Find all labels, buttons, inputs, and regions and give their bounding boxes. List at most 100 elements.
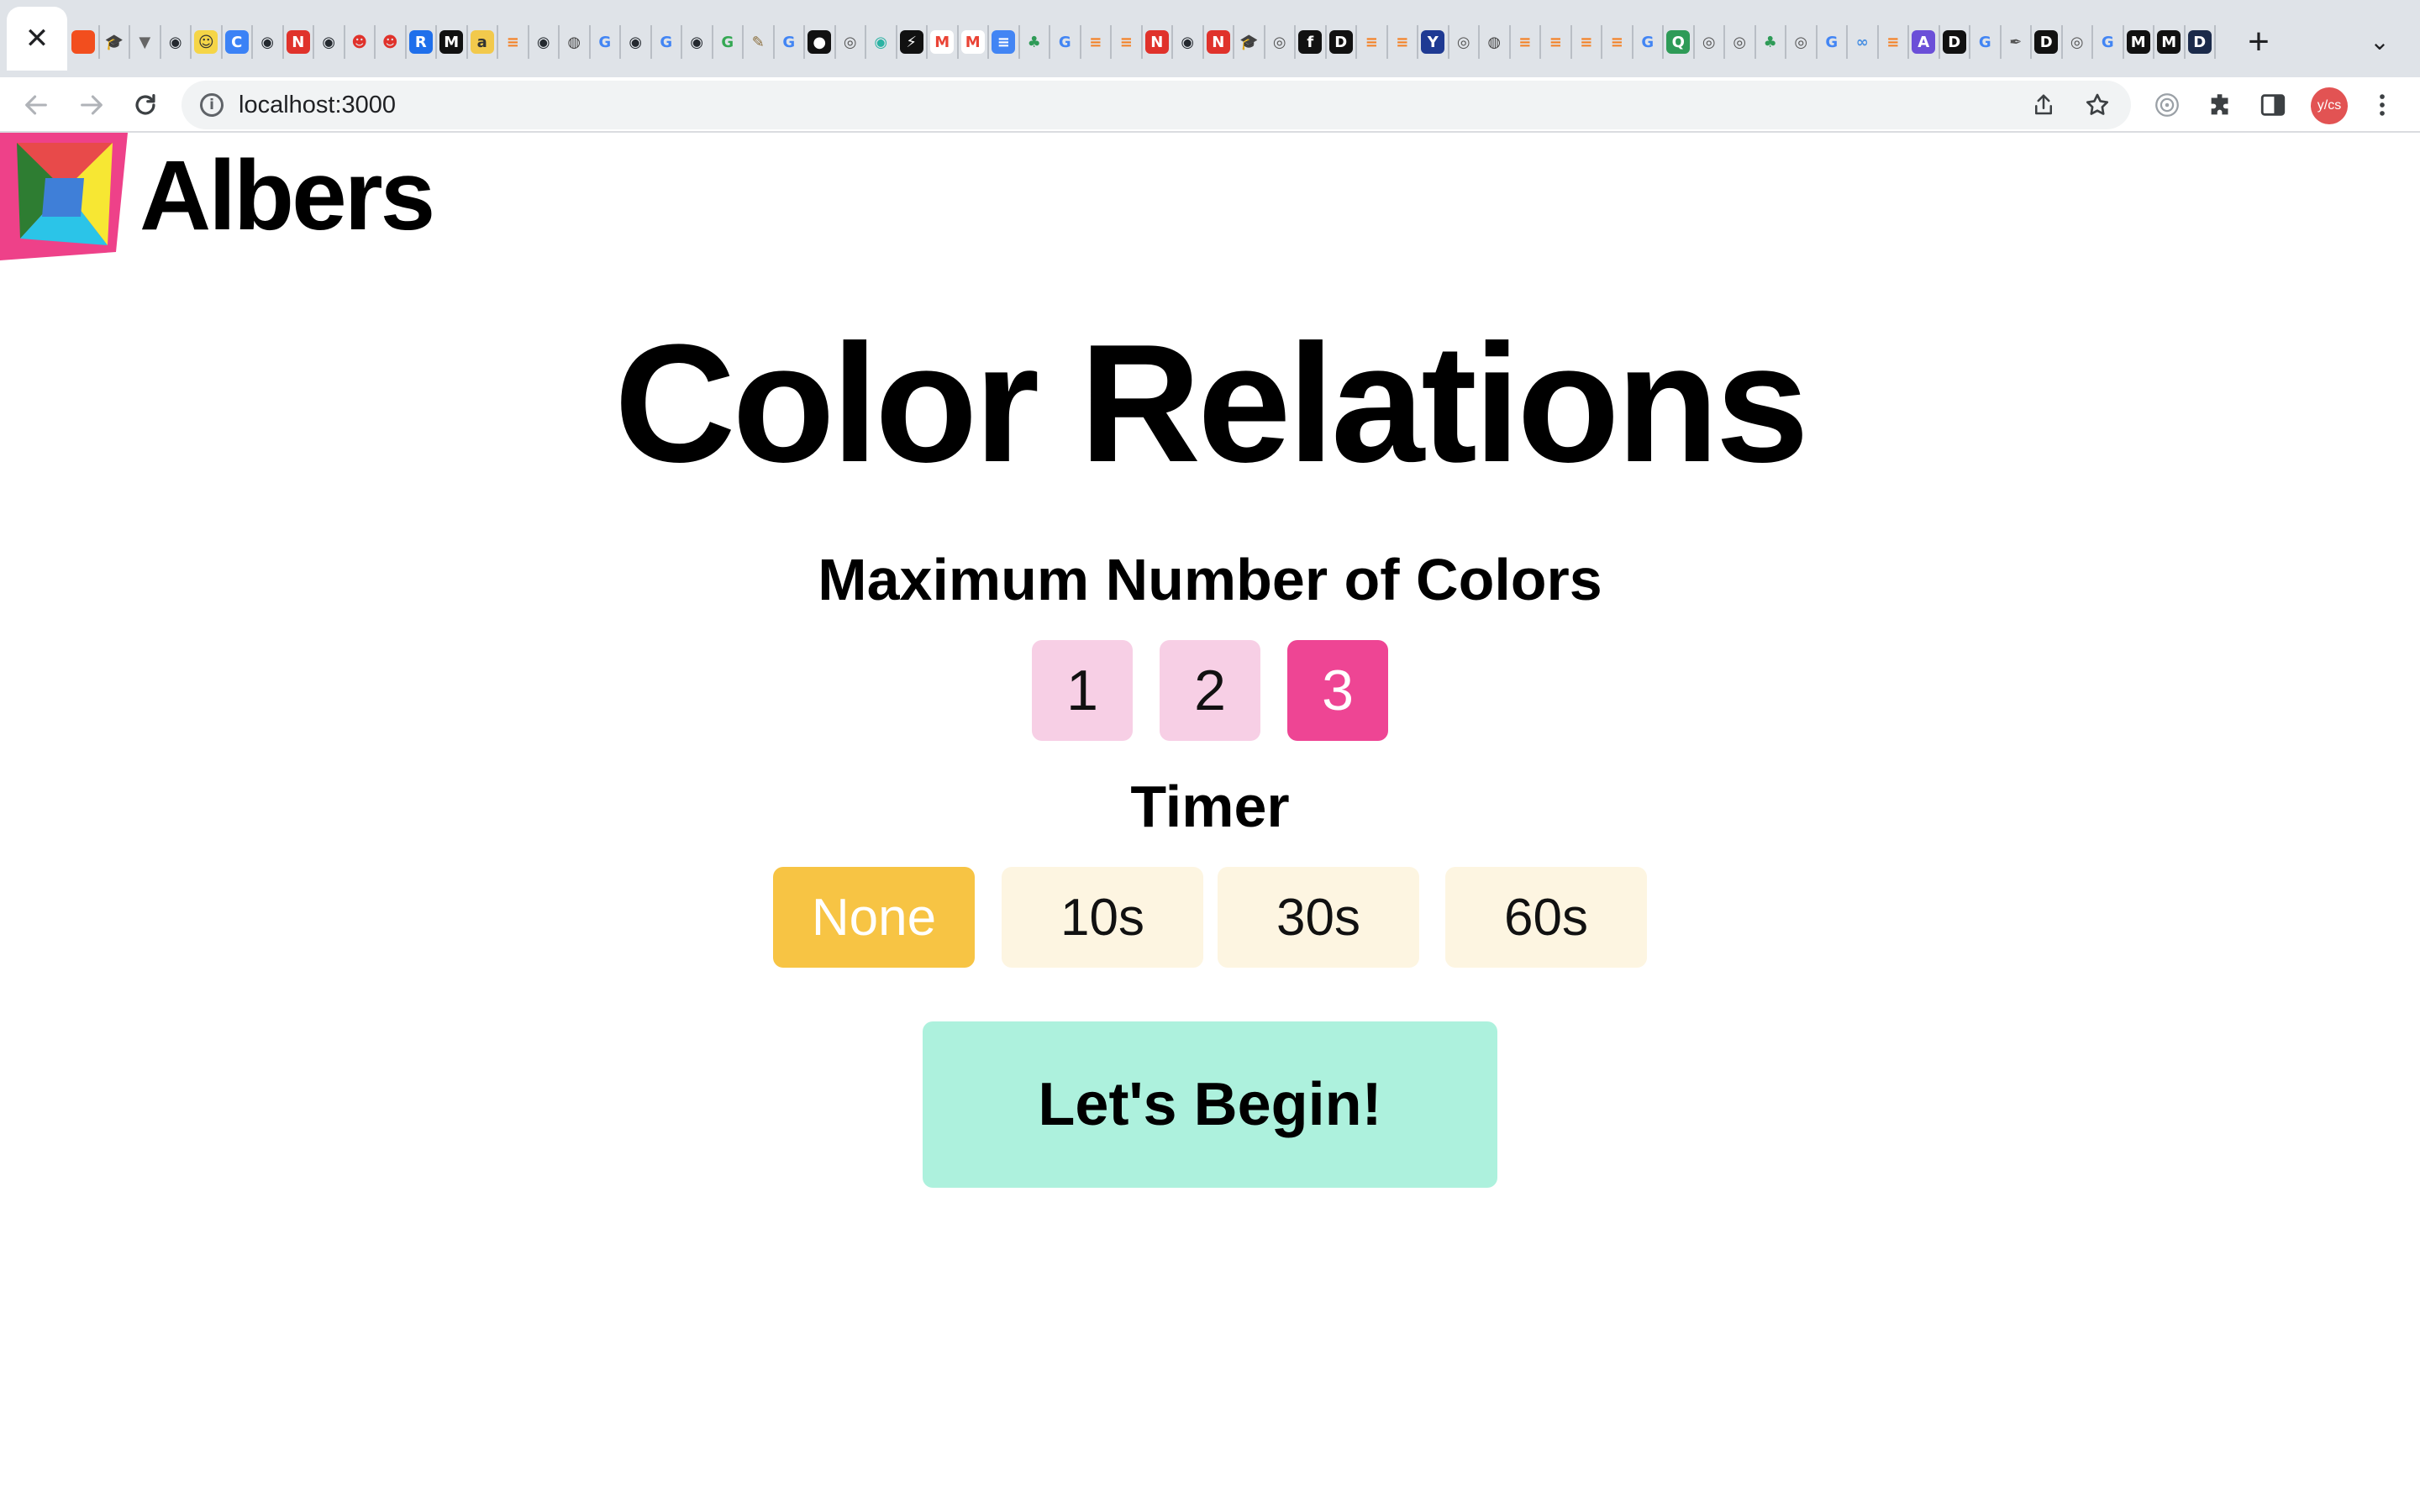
pinned-tab[interactable]: ⚡ [897, 25, 928, 59]
pinned-tab[interactable]: f [1296, 25, 1327, 59]
forward-button[interactable] [71, 84, 113, 126]
active-tab[interactable]: ✕ [7, 7, 67, 71]
pinned-tab[interactable]: A [1909, 25, 1940, 59]
pinned-tab[interactable]: ≡ [1388, 25, 1418, 59]
pinned-tab[interactable]: ≡ [989, 25, 1020, 59]
pinned-tab[interactable]: G [1634, 25, 1664, 59]
pinned-tab[interactable]: R [407, 25, 437, 59]
pinned-tab[interactable]: ● [805, 25, 836, 59]
pinned-tab[interactable]: M [2124, 25, 2154, 59]
profile-avatar[interactable]: y/cs [2311, 87, 2348, 124]
tab-search-button[interactable]: ⌄ [2360, 25, 2400, 59]
pinned-tab[interactable]: Y [1418, 25, 1449, 59]
extension-spiral-icon[interactable] [2146, 84, 2188, 126]
pinned-tab[interactable]: G [713, 25, 744, 59]
pinned-tab[interactable]: ◎ [1725, 25, 1756, 59]
pinned-tab[interactable]: ◍ [560, 25, 591, 59]
pinned-tab[interactable]: ◉ [621, 25, 652, 59]
timer-section-label: Timer [1130, 774, 1290, 839]
color-option-3[interactable]: 3 [1287, 640, 1388, 741]
pinned-tab[interactable]: ☻ [376, 25, 407, 59]
browser-menu-icon[interactable] [2361, 84, 2403, 126]
timer-option-60s[interactable]: 60s [1445, 867, 1647, 968]
pinned-tab[interactable]: ≡ [1112, 25, 1143, 59]
pinned-tab[interactable]: ◎ [2063, 25, 2093, 59]
pinned-tab[interactable]: G [1050, 25, 1081, 59]
pinned-tab[interactable]: ◉ [866, 25, 897, 59]
pinned-tab[interactable]: ☻ [345, 25, 376, 59]
pinned-tab[interactable]: G [591, 25, 621, 59]
new-tab-button[interactable]: + [2235, 22, 2282, 62]
pinned-tab[interactable]: ◎ [1786, 25, 1818, 59]
pinned-tab[interactable]: ≡ [1572, 25, 1602, 59]
extensions-puzzle-icon[interactable] [2200, 84, 2242, 126]
arrow-right-icon [81, 95, 103, 115]
pinned-tab[interactable]: ◉ [682, 25, 713, 59]
address-bar[interactable]: i localhost:3000 [182, 81, 2131, 129]
pinned-tab[interactable]: ♣ [1020, 25, 1050, 59]
pinned-tab[interactable]: ◍ [1480, 25, 1511, 59]
pinned-tab[interactable]: ≡ [1541, 25, 1572, 59]
timer-option-30s[interactable]: 30s [1218, 867, 1419, 968]
pinned-tab[interactable]: M [928, 25, 959, 59]
pinned-tab[interactable]: G [652, 25, 682, 59]
pinned-tab[interactable]: D [2186, 25, 2216, 59]
pinned-tab[interactable]: D [1327, 25, 1357, 59]
pinned-tab[interactable]: G [2093, 25, 2124, 59]
pinned-tab[interactable]: G [775, 25, 805, 59]
color-option-2[interactable]: 2 [1160, 640, 1260, 741]
pinned-tab[interactable]: ≡ [1081, 25, 1112, 59]
pinned-tab[interactable]: D [2032, 25, 2063, 59]
stack-icon: ≡ [1881, 30, 1905, 54]
pinned-tab[interactable]: 🎓 [1234, 25, 1265, 59]
url-text[interactable]: localhost:3000 [239, 92, 396, 119]
timer-option-10s[interactable]: 10s [1002, 867, 1203, 968]
pinned-tab[interactable]: ♣ [1756, 25, 1786, 59]
color-option-1[interactable]: 1 [1032, 640, 1133, 741]
pinned-tab[interactable]: ≡ [498, 25, 529, 59]
pinned-tab[interactable]: N [284, 25, 314, 59]
pinned-tab[interactable]: N [1204, 25, 1234, 59]
reload-button[interactable] [124, 84, 166, 126]
pinned-tab[interactable]: ≡ [1602, 25, 1634, 59]
pinned-tab[interactable]: ◎ [1449, 25, 1480, 59]
timer-option-none[interactable]: None [773, 867, 975, 968]
pinned-tab[interactable]: ◉ [253, 25, 284, 59]
pinned-tab[interactable]: ◉ [1173, 25, 1204, 59]
pinned-tab[interactable]: ≡ [1357, 25, 1388, 59]
site-info-icon[interactable]: i [200, 93, 224, 117]
pinned-tab[interactable]: ◉ [161, 25, 192, 59]
pinned-tab[interactable]: ≡ [1879, 25, 1909, 59]
pinned-tab[interactable]: ☺ [192, 25, 223, 59]
pinned-tab[interactable]: 🎓 [100, 25, 130, 59]
pinned-tab[interactable]: M [437, 25, 468, 59]
pinned-tab[interactable]: ◎ [1695, 25, 1725, 59]
pinned-tab[interactable]: M [959, 25, 989, 59]
pinned-tab[interactable]: ◉ [529, 25, 560, 59]
pinned-tab[interactable]: N [1143, 25, 1173, 59]
close-tab-icon[interactable]: ✕ [25, 24, 50, 53]
pinned-tab[interactable]: a [468, 25, 498, 59]
pinned-tab[interactable]: ▼ [130, 25, 161, 59]
side-panel-icon[interactable] [2252, 84, 2294, 126]
pinned-tab[interactable]: G [1818, 25, 1848, 59]
pinned-tab[interactable]: ✒ [2002, 25, 2032, 59]
pinned-tab[interactable]: ◎ [1265, 25, 1296, 59]
pinned-tab[interactable]: ✎ [744, 25, 775, 59]
notion-icon: N [1144, 30, 1169, 54]
bookmark-star-icon[interactable] [2081, 88, 2114, 122]
pinned-tab[interactable]: ◉ [314, 25, 345, 59]
pinned-tab[interactable]: M [2154, 25, 2186, 59]
back-button[interactable] [15, 84, 57, 126]
begin-button[interactable]: Let's Begin! [923, 1021, 1497, 1188]
pinned-tab[interactable]: ≡ [1511, 25, 1541, 59]
pinned-tab[interactable]: D [1940, 25, 1970, 59]
pinned-tab[interactable] [69, 25, 100, 59]
pinned-tab[interactable]: ∞ [1848, 25, 1879, 59]
pinned-tab[interactable]: C [223, 25, 253, 59]
pinned-tab[interactable]: ◎ [836, 25, 866, 59]
reload-icon [135, 94, 155, 115]
pinned-tab[interactable]: Q [1664, 25, 1695, 59]
pinned-tab[interactable]: G [1970, 25, 2002, 59]
share-icon[interactable] [2027, 88, 2060, 122]
